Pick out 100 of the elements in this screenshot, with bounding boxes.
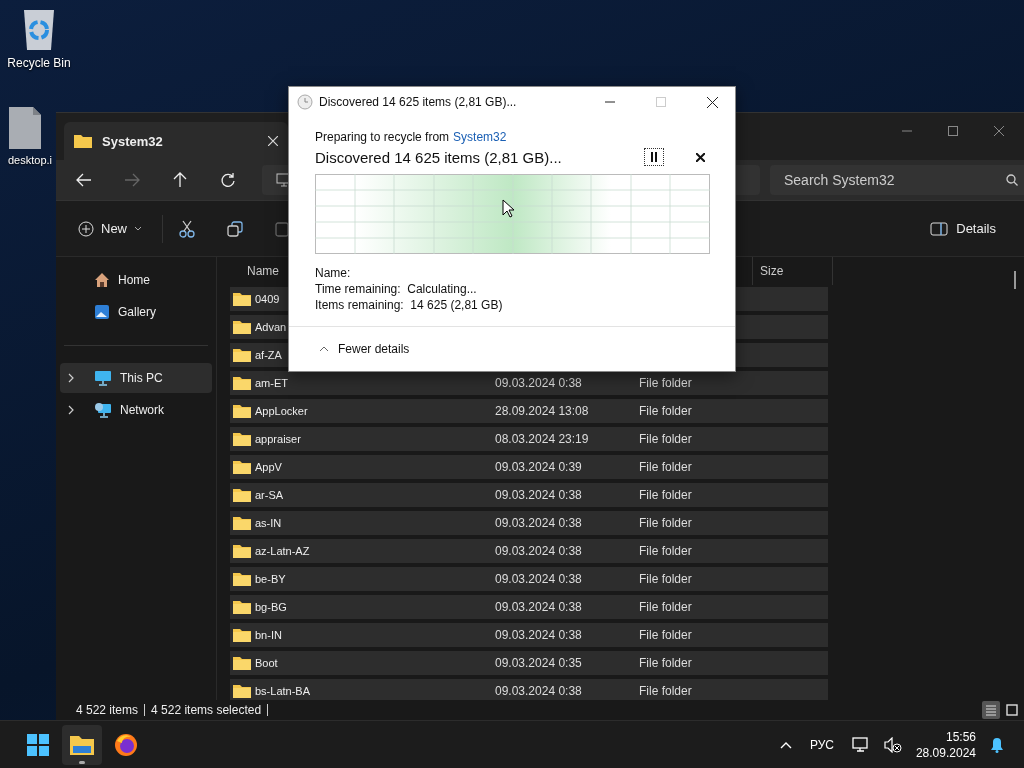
file-row[interactable]: ar-SA 09.03.2024 0:38 File folder bbox=[230, 483, 828, 507]
date-cell-text: 09.03.2024 0:38 bbox=[495, 572, 583, 586]
folder-icon bbox=[74, 134, 92, 148]
type-cell: File folder bbox=[639, 404, 692, 418]
new-button[interactable]: New bbox=[76, 216, 144, 241]
file-row[interactable]: appraiser 08.03.2024 23:19 File folder bbox=[230, 427, 828, 451]
date-cell-text: 08.03.2024 23:19 bbox=[495, 432, 590, 446]
window-tab[interactable]: System32 bbox=[64, 122, 288, 160]
tiles-view-button[interactable] bbox=[1003, 701, 1021, 719]
folder-icon bbox=[233, 488, 251, 502]
source-label: Preparing to recycle from bbox=[315, 130, 450, 144]
cursor-icon bbox=[502, 199, 514, 218]
file-name: bn-IN bbox=[255, 629, 282, 641]
progress-heading: Discovered 14 625 items (2,81 GB)... bbox=[315, 148, 562, 166]
chevron-icon[interactable] bbox=[68, 405, 74, 415]
pause-button[interactable] bbox=[644, 148, 664, 166]
file-name: as-IN bbox=[255, 517, 282, 529]
desktop-icon-label[interactable]: desktop.i bbox=[8, 154, 53, 166]
type-cell: File folder bbox=[639, 572, 692, 586]
file-name: appraiser bbox=[255, 433, 301, 445]
details-button[interactable]: Details bbox=[930, 217, 996, 240]
clock-date[interactable]: 28.09.2024 bbox=[915, 745, 976, 760]
file-row[interactable]: AppLocker 28.09.2024 13:08 File folder bbox=[230, 399, 828, 423]
refresh-icon[interactable] bbox=[220, 172, 236, 188]
speaker-muted-icon[interactable] bbox=[883, 736, 902, 753]
monitor-icon[interactable] bbox=[851, 736, 870, 753]
type-cell: File folder bbox=[639, 488, 692, 502]
back-icon[interactable] bbox=[76, 172, 92, 188]
plus-icon bbox=[78, 220, 94, 237]
file-name: be-BY bbox=[255, 573, 286, 585]
folder-icon bbox=[69, 733, 95, 756]
desktop-icon-label[interactable]: Recycle Bin bbox=[7, 56, 71, 70]
file-name: 0409 bbox=[255, 293, 280, 305]
close-icon[interactable] bbox=[707, 96, 718, 108]
date-cell-text: 09.03.2024 0:38 bbox=[495, 684, 583, 698]
file-row[interactable]: be-BY 09.03.2024 0:38 File folder bbox=[230, 567, 828, 591]
clock-time[interactable]: 15:56 bbox=[945, 729, 976, 744]
date-cell-text: 09.03.2024 0:38 bbox=[495, 376, 583, 390]
house-icon bbox=[94, 272, 110, 288]
chevron-icon[interactable] bbox=[68, 373, 74, 383]
search-field[interactable]: Search System32 bbox=[770, 165, 1024, 195]
network-icon bbox=[94, 402, 112, 418]
file-row[interactable]: az-Latn-AZ 09.03.2024 0:38 File folder bbox=[230, 539, 828, 563]
sidebar-item[interactable]: Gallery bbox=[60, 297, 212, 327]
type-cell: File folder bbox=[639, 460, 692, 474]
cut-icon[interactable] bbox=[179, 219, 195, 238]
file-name: af-ZA bbox=[255, 349, 282, 361]
windows-logo-icon bbox=[26, 732, 50, 757]
copy-icon[interactable] bbox=[227, 220, 243, 237]
folder-app-button[interactable] bbox=[62, 724, 102, 765]
sidebar-item[interactable]: Network bbox=[60, 395, 212, 425]
file-name: AppV bbox=[255, 461, 282, 473]
file-row[interactable]: bs-Latn-BA 09.03.2024 0:38 File folder bbox=[230, 679, 828, 700]
scrollbar-thumb[interactable] bbox=[1014, 271, 1016, 289]
file-row[interactable]: as-IN 09.03.2024 0:38 File folder bbox=[230, 511, 828, 535]
fewer-details-button[interactable]: Fewer details bbox=[317, 340, 412, 358]
column-header[interactable]: Size bbox=[752, 257, 833, 285]
sidebar-item[interactable]: Home bbox=[60, 265, 212, 295]
file-icon[interactable] bbox=[8, 106, 42, 150]
type-cell: File folder bbox=[639, 432, 692, 446]
window-title: Discovered 14 625 items (2,81 GB)... bbox=[319, 95, 517, 109]
maximize-icon[interactable] bbox=[948, 125, 958, 136]
details-view-button[interactable] bbox=[982, 701, 1000, 719]
date-cell-text: 09.03.2024 0:39 bbox=[495, 460, 583, 474]
cancel-icon[interactable] bbox=[696, 152, 705, 162]
folder-icon bbox=[233, 320, 251, 334]
list-icon bbox=[985, 704, 997, 716]
file-row[interactable]: am-ET 09.03.2024 0:38 File folder bbox=[230, 371, 828, 395]
file-row[interactable]: bg-BG 09.03.2024 0:38 File folder bbox=[230, 595, 828, 619]
file-name: ar-SA bbox=[255, 489, 284, 501]
folder-icon bbox=[233, 516, 251, 530]
file-row[interactable]: bn-IN 09.03.2024 0:38 File folder bbox=[230, 623, 828, 647]
language-indicator[interactable]: РУС bbox=[809, 737, 834, 752]
file-row[interactable]: Boot 09.03.2024 0:35 File folder bbox=[230, 651, 828, 675]
recycle-bin-icon[interactable] bbox=[21, 8, 57, 52]
file-row[interactable]: AppV 09.03.2024 0:39 File folder bbox=[230, 455, 828, 479]
picture-frame-icon bbox=[94, 304, 110, 320]
chevron-up-icon[interactable] bbox=[779, 740, 792, 749]
folder-icon bbox=[233, 404, 251, 418]
folder-icon bbox=[233, 544, 251, 558]
date-cell-text: 28.09.2024 13:08 bbox=[495, 404, 590, 418]
date-cell-text: 09.03.2024 0:38 bbox=[495, 628, 583, 642]
sidebar-item[interactable]: This PC bbox=[60, 363, 212, 393]
square-icon bbox=[1006, 704, 1018, 716]
folder-icon bbox=[233, 292, 251, 306]
browser-icon bbox=[114, 732, 138, 757]
file-name: Boot bbox=[255, 657, 278, 669]
bell-icon[interactable] bbox=[990, 736, 1004, 753]
up-icon[interactable] bbox=[172, 172, 188, 188]
detail-line: Name: bbox=[315, 266, 352, 280]
monitor-icon bbox=[94, 370, 112, 386]
file-name: AppLocker bbox=[255, 405, 308, 417]
source-link[interactable]: System32 bbox=[453, 130, 507, 144]
file-name: bg-BG bbox=[255, 601, 287, 613]
type-cell: File folder bbox=[639, 656, 692, 670]
type-cell: File folder bbox=[639, 516, 692, 530]
paste-icon[interactable] bbox=[275, 220, 289, 237]
detail-line: Time remaining: Calculating... bbox=[315, 282, 478, 296]
folder-icon bbox=[233, 656, 251, 670]
folder-icon bbox=[233, 684, 251, 698]
